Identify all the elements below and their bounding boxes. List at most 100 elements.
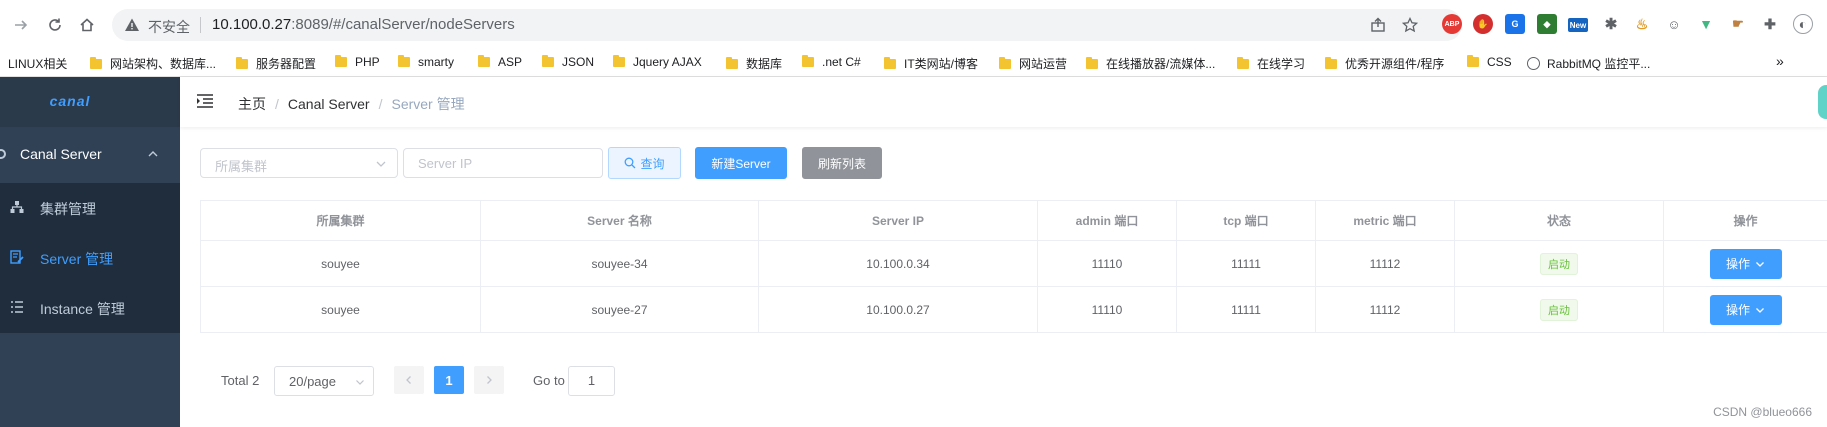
- vue-icon[interactable]: ▼: [1696, 14, 1716, 34]
- watermark: CSDN @blueo666: [1713, 405, 1812, 419]
- breadcrumb-current: Server 管理: [391, 96, 465, 112]
- url-host: 10.100.0.27: [212, 16, 292, 33]
- stop-icon[interactable]: ✋: [1473, 14, 1493, 34]
- table-header-row: 所属集群 Server 名称 Server IP admin 端口 tcp 端口…: [201, 201, 1827, 241]
- settings-drawer-tab[interactable]: [1818, 85, 1827, 119]
- sidebar-item-instance[interactable]: Instance 管理: [0, 283, 180, 333]
- bookmark-asp[interactable]: ASP: [478, 55, 522, 69]
- bookmark-learning[interactable]: 在线学习: [1237, 55, 1305, 72]
- breadcrumb-section[interactable]: Canal Server: [288, 96, 370, 112]
- hand-icon[interactable]: ☛: [1728, 14, 1748, 34]
- sidebar-item-label: Instance 管理: [40, 301, 125, 317]
- status-badge: 启动: [1540, 298, 1578, 321]
- folder-icon: [478, 55, 490, 67]
- gear-icon[interactable]: ✱: [1601, 14, 1621, 34]
- table-row: souyee souyee-27 10.100.0.27 11110 11111…: [201, 287, 1827, 333]
- page-size-select[interactable]: 20/page: [274, 366, 374, 396]
- forward-icon[interactable]: [8, 12, 34, 38]
- folder-icon: [398, 55, 410, 67]
- cell-admin-port: 11110: [1038, 287, 1177, 332]
- column-header[interactable]: 所属集群: [201, 201, 481, 240]
- folder-icon: [335, 55, 347, 67]
- new-server-button[interactable]: 新建Server: [695, 147, 787, 179]
- cluster-select-placeholder: 所属集群: [215, 159, 268, 174]
- column-header[interactable]: Server 名称: [481, 201, 759, 240]
- bookmark-rabbitmq[interactable]: RabbitMQ 监控平...: [1527, 55, 1650, 72]
- refresh-list-button[interactable]: 刷新列表: [802, 147, 882, 179]
- column-header[interactable]: admin 端口: [1038, 201, 1177, 240]
- prev-page-button[interactable]: [394, 366, 424, 394]
- folder-icon: [802, 55, 814, 67]
- hamburger-icon[interactable]: [196, 93, 214, 109]
- bookmark-arch[interactable]: 网站架构、数据库...: [90, 55, 216, 72]
- cell-server-name: souyee-34: [481, 241, 759, 286]
- bookmark-server-config[interactable]: 服务器配置: [236, 55, 316, 72]
- new-icon[interactable]: New: [1568, 18, 1588, 32]
- robot-icon[interactable]: ☺: [1664, 14, 1684, 34]
- logo[interactable]: canal: [0, 93, 140, 109]
- chevron-down-icon: [1755, 259, 1765, 269]
- cell-cluster: souyee: [201, 241, 481, 286]
- cell-tcp-port: 11111: [1177, 241, 1316, 286]
- address-bar[interactable]: 不安全 10.100.0.27:8089/#/canalServer/nodeS…: [112, 9, 1462, 41]
- globe-icon: [1527, 57, 1540, 70]
- translate-icon[interactable]: G: [1505, 14, 1525, 34]
- share-icon[interactable]: [1370, 17, 1386, 33]
- breadcrumb-home[interactable]: 主页: [238, 96, 266, 112]
- bookmark-label: 网站运营: [1019, 57, 1068, 71]
- column-header[interactable]: tcp 端口: [1177, 201, 1316, 240]
- bookmark-label: 数据库: [746, 57, 783, 71]
- reload-icon[interactable]: [42, 12, 68, 38]
- cell-server-ip: 10.100.0.34: [759, 241, 1038, 286]
- sidebar-group-label: Canal Server: [20, 146, 102, 162]
- url-text[interactable]: 10.100.0.27:8089/#/canalServer/nodeServe…: [212, 16, 515, 33]
- extension-green-icon[interactable]: ◆: [1537, 14, 1557, 34]
- column-header[interactable]: metric 端口: [1316, 201, 1455, 240]
- sidebar-item-cluster[interactable]: 集群管理: [0, 183, 180, 233]
- bookmark-opensource[interactable]: 优秀开源组件/程序: [1325, 55, 1444, 72]
- breadcrumb: 主页 / Canal Server / Server 管理: [238, 94, 465, 114]
- table-row: souyee souyee-34 10.100.0.34 11110 11111…: [201, 241, 1827, 287]
- goto-page-input[interactable]: 1: [568, 366, 615, 396]
- bookmark-json[interactable]: JSON: [542, 55, 594, 69]
- sidebar-item-label: Server 管理: [40, 251, 114, 267]
- bookmark-label: LINUX相关: [8, 57, 68, 71]
- query-button[interactable]: 查询: [608, 147, 681, 179]
- bookmark-database[interactable]: 数据库: [726, 55, 782, 72]
- page-size-value: 20/page: [289, 374, 336, 389]
- abp-icon[interactable]: ABP: [1442, 14, 1462, 34]
- server-ip-input[interactable]: Server IP: [403, 148, 603, 178]
- star-icon[interactable]: [1402, 17, 1418, 33]
- bookmark-php[interactable]: PHP: [335, 55, 380, 69]
- page-number-button[interactable]: 1: [434, 366, 464, 394]
- bookmark-label: 在线播放器/流媒体...: [1106, 57, 1216, 71]
- bookmark-smarty[interactable]: smarty: [398, 55, 454, 69]
- bookmark-label: .net C#: [822, 55, 861, 69]
- bookmark-label: IT类网站/博客: [904, 57, 978, 71]
- puzzle-icon[interactable]: ✚: [1760, 14, 1780, 34]
- row-action-button[interactable]: 操作: [1709, 248, 1782, 279]
- bookmark-css[interactable]: CSS: [1467, 55, 1512, 69]
- bookmarks-bar: LINUX相关 网站架构、数据库... 服务器配置 PHP smarty ASP…: [0, 50, 1827, 77]
- row-action-button[interactable]: 操作: [1709, 294, 1782, 325]
- column-header[interactable]: 操作: [1664, 201, 1827, 240]
- profile-icon[interactable]: ◐: [1793, 14, 1813, 34]
- sidebar-item-label: 集群管理: [40, 201, 96, 217]
- folder-icon: [999, 56, 1011, 69]
- lamp-icon[interactable]: ♨: [1632, 14, 1652, 34]
- bookmark-operations[interactable]: 网站运营: [999, 55, 1067, 72]
- bookmark-jquery[interactable]: Jquery AJAX: [613, 55, 702, 69]
- goto-label: Go to: [533, 373, 565, 388]
- sidebar-item-server[interactable]: Server 管理: [0, 233, 180, 283]
- cluster-select[interactable]: 所属集群: [200, 148, 398, 178]
- bookmark-player[interactable]: 在线播放器/流媒体...: [1086, 55, 1215, 72]
- bookmark-it-sites[interactable]: IT类网站/博客: [884, 55, 978, 72]
- next-page-button[interactable]: [474, 366, 504, 394]
- more-bookmarks-icon[interactable]: »: [1776, 53, 1784, 69]
- column-header[interactable]: Server IP: [759, 201, 1038, 240]
- sidebar-group-canal-server[interactable]: Canal Server: [0, 127, 180, 183]
- column-header[interactable]: 状态: [1455, 201, 1664, 240]
- bookmark-linux[interactable]: LINUX相关: [8, 55, 67, 72]
- bookmark-dotnet[interactable]: .net C#: [802, 55, 861, 69]
- home-icon[interactable]: [74, 12, 100, 38]
